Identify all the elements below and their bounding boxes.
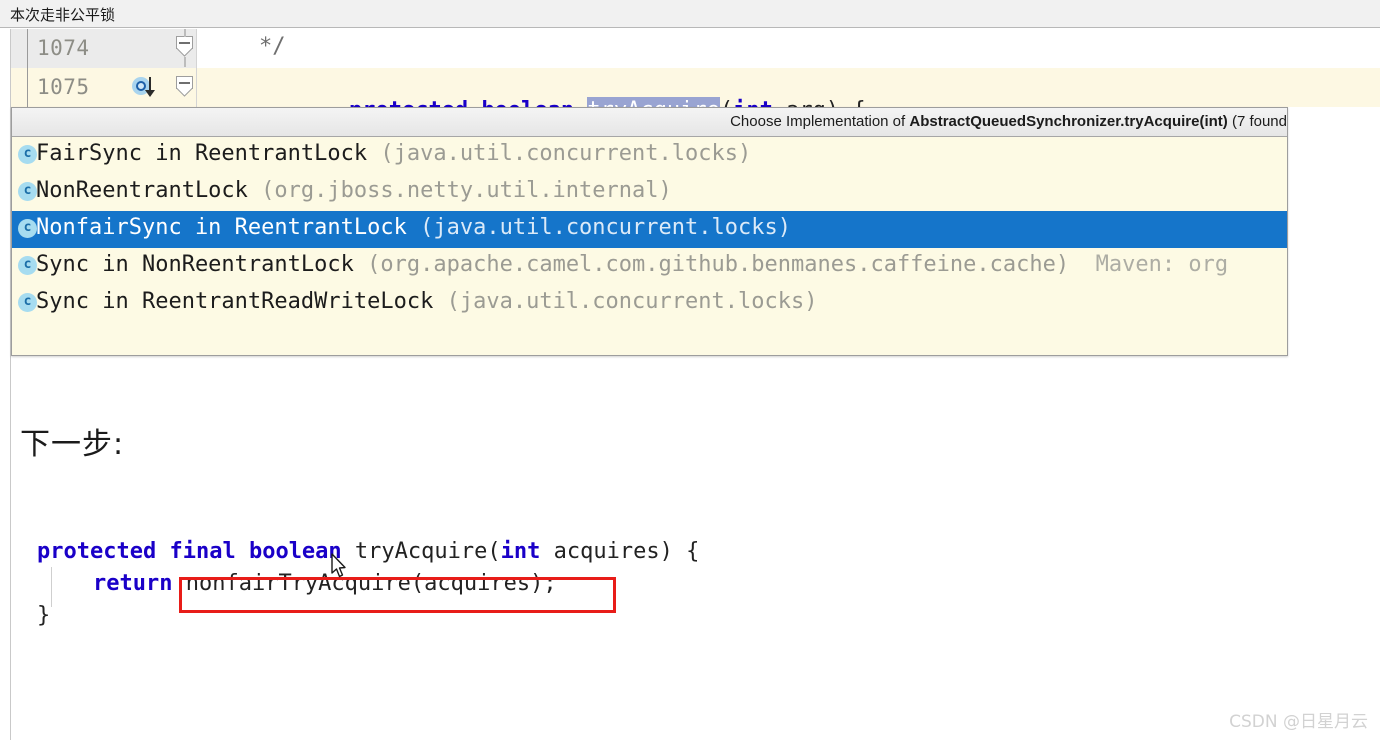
keyword-protected: protected xyxy=(37,539,157,564)
snippet-line-1-tail: acquires) { xyxy=(540,539,700,564)
page-content: 1074 */ 1075 Choose Implementation of Ab… xyxy=(0,29,1380,740)
gutter-separator xyxy=(27,29,28,68)
red-highlight-box xyxy=(179,577,616,613)
list-item-label: FairSync in ReentrantLock (java.util.con… xyxy=(36,141,751,166)
snippet-line-3: } xyxy=(37,603,51,628)
keyword-int: int xyxy=(500,539,541,564)
list-item[interactable]: c Sync in ReentrantReadWriteLock (java.u… xyxy=(12,285,1287,322)
list-item-package: (java.util.concurrent.locks) xyxy=(433,289,818,314)
popup-header-prefix: Choose Implementation of xyxy=(730,113,910,130)
window-title-bar: 本次走非公平锁 xyxy=(0,0,1380,28)
popup-header-text: Choose Implementation of AbstractQueuedS… xyxy=(730,113,1287,130)
list-item-package: (java.util.concurrent.locks) xyxy=(406,215,791,240)
list-item-name: Sync in ReentrantReadWriteLock xyxy=(36,289,434,314)
choose-implementation-popup[interactable]: Choose Implementation of AbstractQueuedS… xyxy=(11,107,1288,356)
snippet-method-name: tryAcquire( xyxy=(341,539,501,564)
list-item-label: Sync in NonReentrantLock (org.apache.cam… xyxy=(36,252,1228,277)
popup-header-suffix: (7 found xyxy=(1227,113,1287,130)
list-item-label: NonReentrantLock (org.jboss.netty.util.i… xyxy=(36,178,672,203)
keyword-boolean: boolean xyxy=(248,539,342,564)
class-icon: c xyxy=(18,182,37,201)
editor-line-1075[interactable]: 1075 protected boolean tryAcquire(int xyxy=(11,68,1380,124)
class-icon-letter: c xyxy=(23,257,32,272)
class-icon: c xyxy=(18,293,37,312)
class-icon-letter: c xyxy=(23,294,32,309)
fold-stem xyxy=(184,29,186,37)
list-item-label: NonfairSync in ReentrantLock (java.util.… xyxy=(36,215,791,240)
gutter-1074[interactable]: 1074 xyxy=(11,29,197,68)
list-item-package: (org.jboss.netty.util.internal) xyxy=(247,178,672,203)
keyword-return: return xyxy=(93,571,173,596)
collapse-minus-icon[interactable] xyxy=(176,36,195,58)
list-item[interactable]: c FairSync in ReentrantLock (java.util.c… xyxy=(12,137,1287,174)
implementation-list[interactable]: c FairSync in ReentrantLock (java.util.c… xyxy=(12,137,1287,355)
class-icon: c xyxy=(18,145,37,164)
line-1074-text: */ xyxy=(259,34,286,59)
snippet-line-1: protected final boolean tryAcquire(int a… xyxy=(37,539,699,564)
line-number: 1074 xyxy=(37,36,90,60)
fold-stem xyxy=(184,57,186,67)
list-item-package: (org.apache.camel.com.github.benmanes.ca… xyxy=(353,252,1070,277)
list-item-name: FairSync in ReentrantLock xyxy=(36,141,368,166)
class-icon-letter: c xyxy=(23,146,32,161)
popup-header-target: AbstractQueuedSynchronizer.tryAcquire(in… xyxy=(909,113,1228,130)
list-item-name: NonfairSync in ReentrantLock xyxy=(36,215,407,240)
override-method-icon[interactable] xyxy=(132,77,155,98)
watermark: CSDN @日星月云 xyxy=(1229,712,1368,732)
class-icon: c xyxy=(18,219,37,238)
class-icon-letter: c xyxy=(23,183,32,198)
gutter-1075[interactable]: 1075 xyxy=(11,68,197,107)
editor-line-1074[interactable]: 1074 */ xyxy=(11,29,1380,68)
indent-guide xyxy=(51,567,52,607)
list-item[interactable]: c Sync in NonReentrantLock (org.apache.c… xyxy=(12,248,1287,285)
next-step-label: 下一步: xyxy=(20,427,125,462)
class-icon: c xyxy=(18,256,37,275)
keyword-final: final xyxy=(169,539,236,564)
gutter-separator xyxy=(27,68,28,107)
list-item-selected[interactable]: c NonfairSync in ReentrantLock (java.uti… xyxy=(12,211,1287,248)
class-icon-letter: c xyxy=(23,220,32,235)
popup-header: Choose Implementation of AbstractQueuedS… xyxy=(12,108,1287,137)
list-item-name: NonReentrantLock xyxy=(36,178,248,203)
line-number: 1075 xyxy=(37,75,90,99)
mouse-cursor-icon xyxy=(331,553,346,578)
window-title: 本次走非公平锁 xyxy=(10,6,116,24)
list-item-extra: Maven: org xyxy=(1069,252,1229,277)
collapse-minus-icon[interactable] xyxy=(176,76,195,98)
list-item[interactable]: c NonReentrantLock (org.jboss.netty.util… xyxy=(12,174,1287,211)
list-item-name: Sync in NonReentrantLock xyxy=(36,252,354,277)
list-item-package: (java.util.concurrent.locks) xyxy=(367,141,752,166)
list-item-label: Sync in ReentrantReadWriteLock (java.uti… xyxy=(36,289,817,314)
code-editor[interactable]: 1074 */ 1075 xyxy=(11,29,1380,124)
